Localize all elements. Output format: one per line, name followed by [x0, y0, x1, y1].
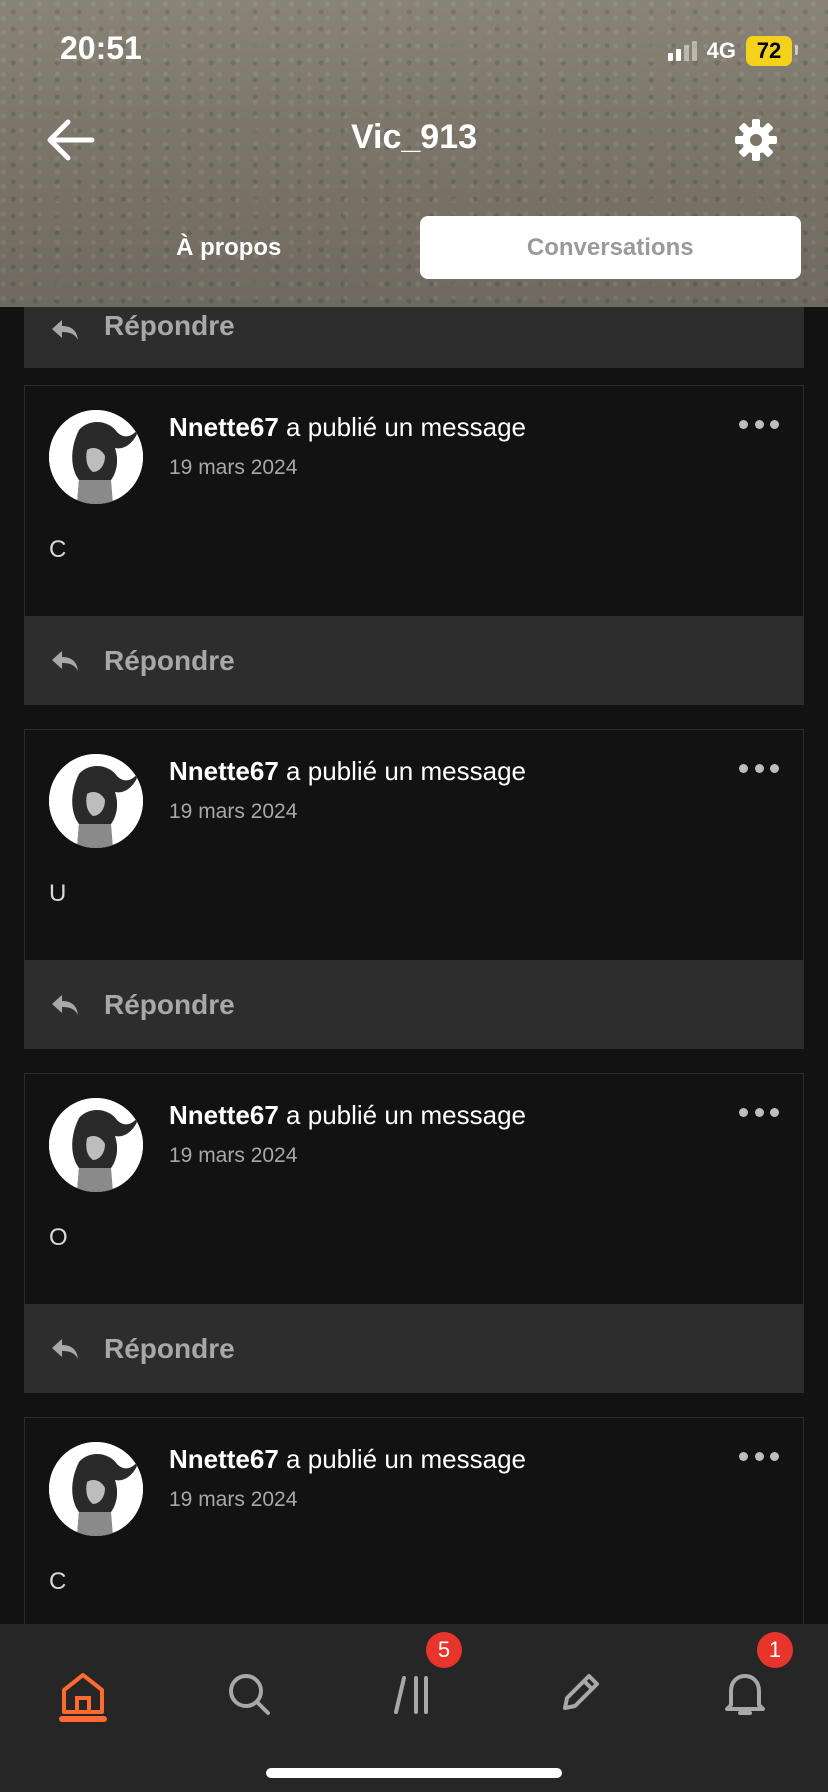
author-name[interactable]: Nnette67	[169, 1444, 279, 1474]
post-author-line: Nnette67 a publié un message	[169, 756, 526, 787]
post-body: O	[49, 1224, 68, 1251]
nav-search[interactable]	[219, 1664, 279, 1724]
settings-button[interactable]	[732, 116, 780, 164]
post-body: C	[49, 536, 67, 563]
profile-header: 20:51 4G 72 Vic_913 À propos Conversatio…	[0, 0, 828, 307]
post-action: a publié un message	[278, 1444, 526, 1474]
tab-conversations[interactable]: Conversations	[419, 216, 801, 279]
more-options-button[interactable]	[739, 1108, 779, 1122]
reply-label: Répondre	[104, 1332, 235, 1364]
nav-notifications[interactable]	[715, 1664, 775, 1724]
page-title: Vic_913	[350, 118, 478, 156]
home-icon	[62, 1673, 104, 1714]
bell-icon	[725, 1674, 765, 1715]
reply-icon	[52, 320, 78, 340]
more-options-button[interactable]	[739, 420, 779, 434]
reply-button[interactable]: Répondre	[24, 960, 804, 1049]
post-date: 19 mars 2024	[169, 1144, 298, 1167]
avatar[interactable]	[49, 1098, 143, 1192]
post-author-line: Nnette67 a publié un message	[169, 1100, 526, 1131]
home-indicator	[266, 1768, 562, 1778]
post-body: C	[49, 1568, 67, 1595]
post-date: 19 mars 2024	[169, 800, 298, 823]
library-icon	[394, 1676, 428, 1714]
message-card: Nnette67 a publié un message 19 mars 202…	[24, 1073, 804, 1393]
message-card: Nnette67 a publié un message 19 mars 202…	[24, 729, 804, 1049]
author-name[interactable]: Nnette67	[169, 756, 279, 786]
avatar[interactable]	[49, 410, 143, 504]
library-badge: 5	[426, 1632, 462, 1668]
post-author-line: Nnette67 a publié un message	[169, 1444, 526, 1475]
post-action: a publié un message	[278, 1100, 526, 1130]
signal-icon	[667, 41, 697, 61]
reply-button[interactable]: Répondre	[24, 616, 804, 705]
nav-home[interactable]	[53, 1664, 113, 1724]
avatar-image	[49, 1442, 143, 1536]
author-name[interactable]: Nnette67	[169, 412, 279, 442]
tab-a-propos[interactable]: À propos	[38, 216, 420, 279]
post-body: U	[49, 880, 67, 907]
avatar[interactable]	[49, 1442, 143, 1536]
avatar-image	[49, 1098, 143, 1192]
reply-label: Répondre	[104, 988, 235, 1020]
reply-icon	[52, 1338, 78, 1359]
bottom-nav: 5 1	[0, 1624, 828, 1792]
reply-icon	[52, 994, 78, 1015]
post-author-line: Nnette67 a publié un message	[169, 412, 526, 443]
post-date: 19 mars 2024	[169, 1488, 298, 1511]
battery-icon: 72	[746, 36, 798, 66]
gear-icon	[735, 119, 777, 161]
conversation-feed[interactable]: Répondre Nnette67 a publié un message 19…	[0, 307, 828, 1624]
active-tab-indicator	[59, 1716, 107, 1722]
avatar[interactable]	[49, 754, 143, 848]
nav-write[interactable]	[549, 1664, 609, 1724]
status-indicators: 4G 72	[667, 36, 798, 66]
reply-icon	[52, 650, 78, 671]
notifications-badge: 1	[757, 1632, 793, 1668]
reply-label: Répondre	[104, 644, 235, 676]
search-icon	[229, 1674, 270, 1715]
network-type: 4G	[706, 38, 736, 63]
pencil-icon	[563, 1674, 599, 1710]
status-time: 20:51	[60, 30, 142, 66]
avatar-image	[49, 410, 143, 504]
post-date: 19 mars 2024	[169, 456, 298, 479]
reply-label: Répondre	[104, 310, 235, 341]
nav-library[interactable]	[384, 1664, 444, 1724]
post-action: a publié un message	[278, 756, 526, 786]
post-action: a publié un message	[278, 412, 526, 442]
reply-button[interactable]: Répondre	[24, 1304, 804, 1393]
message-card: Nnette67 a publié un message 19 mars 202…	[24, 1417, 804, 1624]
reply-button[interactable]: Répondre	[24, 307, 804, 368]
profile-tabs: À propos Conversations	[38, 216, 801, 279]
author-name[interactable]: Nnette67	[169, 1100, 279, 1130]
avatar-image	[49, 754, 143, 848]
message-card: Nnette67 a publié un message 19 mars 202…	[24, 385, 804, 705]
more-options-button[interactable]	[739, 1452, 779, 1466]
more-options-button[interactable]	[739, 764, 779, 778]
